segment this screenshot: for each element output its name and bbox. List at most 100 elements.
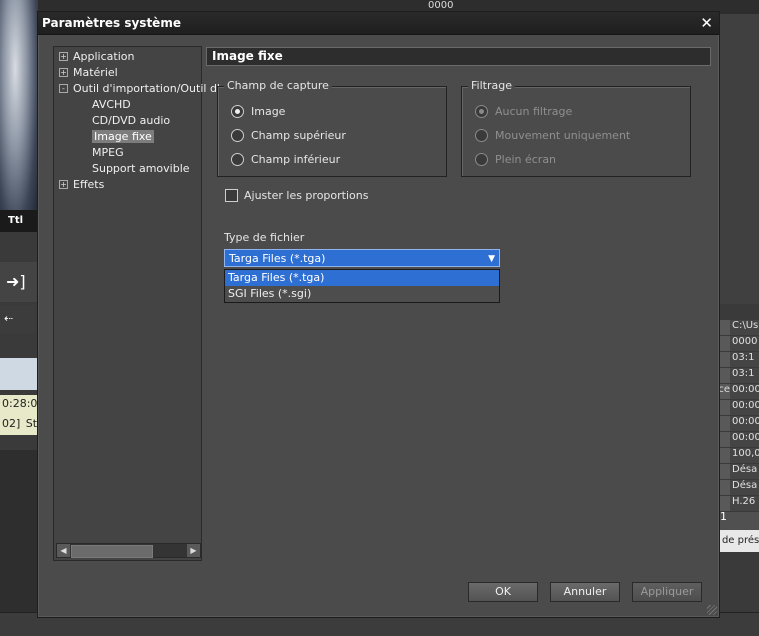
radio-option[interactable]: Champ inférieur — [231, 151, 340, 167]
apply-button[interactable]: Appliquer — [632, 582, 702, 602]
scroll-thumb[interactable] — [71, 545, 153, 558]
system-settings-dialog: Paramètres système ✕ ◀ ▶ + Application + Ma… — [37, 11, 720, 618]
scroll-right-icon[interactable]: ▶ — [187, 544, 200, 557]
arrow-left-icon: ⇠ — [4, 312, 14, 325]
filter-legend: Filtrage — [468, 79, 515, 92]
collapse-icon[interactable]: - — [59, 84, 68, 93]
file-type-select[interactable]: Targa Files (*.tga) ▼ — [224, 249, 500, 267]
file-type-selected: Targa Files (*.tga) — [229, 252, 326, 265]
clip-timecode-text: 0:28:0 — [2, 397, 38, 410]
radio-option[interactable]: Image — [231, 103, 285, 119]
radio-label: Champ supérieur — [251, 128, 346, 142]
tree-item[interactable]: AVCHD — [92, 97, 131, 112]
tree-item[interactable]: Support amovible — [92, 161, 190, 176]
radio-button[interactable] — [231, 152, 244, 166]
close-icon[interactable]: ✕ — [700, 15, 713, 31]
radio-option[interactable]: Mouvement uniquement — [475, 127, 630, 143]
tree-item-label: AVCHD — [92, 98, 131, 111]
dialog-titlebar: Paramètres système ✕ — [38, 12, 719, 35]
aspect-ratio-checkbox[interactable]: Ajuster les proportions — [225, 189, 368, 202]
radio-label: Image — [251, 104, 286, 118]
top-counter: 0000 — [428, 0, 454, 11]
expand-icon[interactable]: + — [59, 180, 68, 189]
capture-field-group: Champ de capture Image Champ supérieur Cha… — [217, 79, 447, 177]
radio-button[interactable] — [475, 104, 488, 118]
radio-button[interactable] — [475, 152, 488, 166]
chevron-down-icon: ▼ — [488, 254, 495, 264]
checkbox-box[interactable] — [225, 189, 238, 202]
filter-group: Filtrage Aucun filtrage Mouvement uniquem… — [461, 79, 691, 177]
tree-item[interactable]: - Outil d'importation/Outil d' — [59, 81, 220, 96]
split-tool-button[interactable]: ➜] — [0, 262, 38, 302]
clip-track[interactable]: 02] St — [0, 413, 38, 435]
ok-button[interactable]: OK — [468, 582, 538, 602]
tree-item[interactable]: + Effets — [59, 177, 104, 192]
property-row: 00:00 — [716, 400, 759, 416]
property-value: C:\Us — [730, 320, 759, 335]
undo-tool[interactable]: ⇠ — [0, 305, 38, 333]
dialog-title: Paramètres système — [42, 16, 181, 30]
property-value: 03:1 — [730, 352, 759, 367]
dropdown-option[interactable]: SGI Files (*.sgi) — [225, 286, 499, 302]
radio-option[interactable]: Champ supérieur — [231, 127, 346, 143]
page-number: 1 — [720, 510, 727, 523]
radio-label: Plein écran — [495, 152, 557, 166]
property-row: 0000 — [716, 336, 759, 352]
tree-item[interactable]: + Application — [59, 49, 134, 64]
properties-list: C:\Us 0000 03:1 03:1 ce 00:00 00:00 00:00 00:00 1… — [716, 320, 759, 530]
tree-item-label: Image fixe — [92, 130, 154, 143]
tree-item-label: Effets — [73, 178, 105, 191]
tree-item-label: Application — [73, 50, 135, 63]
property-value: H.26 — [730, 496, 759, 511]
property-value: 03:1 — [730, 368, 759, 383]
radio-button[interactable] — [231, 128, 244, 142]
clip-timecode: 0:28:0 — [0, 395, 38, 413]
tree-item-label: Outil d'importation/Outil d' — [73, 82, 220, 95]
split-icon: ➜] — [6, 272, 26, 291]
timeline-ruler — [0, 358, 38, 390]
video-preview — [0, 0, 38, 228]
presets-label-text: l de prés — [716, 535, 759, 546]
radio-button[interactable] — [231, 104, 244, 118]
tree-item-label: CD/DVD audio — [92, 114, 171, 127]
radio-label: Champ inférieur — [251, 152, 341, 166]
settings-tree: ◀ ▶ + Application + Matériel - Outil d'import… — [53, 46, 220, 561]
property-row: ce 00:00 — [716, 384, 759, 400]
tree-item-label: Support amovible — [92, 162, 190, 175]
property-value: 100,0 — [730, 448, 759, 463]
cancel-button[interactable]: Annuler — [550, 582, 620, 602]
file-type-label: Type de fichier — [224, 231, 305, 244]
expand-icon[interactable]: + — [59, 52, 68, 61]
property-row: 00:00 — [716, 416, 759, 432]
scroll-left-icon[interactable]: ◀ — [57, 544, 70, 557]
presets-label[interactable]: l de prés — [716, 530, 759, 552]
file-type-dropdown: Targa Files (*.tga) SGI Files (*.sgi) — [224, 269, 500, 303]
section-title: Image fixe — [206, 47, 711, 66]
property-row: Désa — [716, 464, 759, 480]
radio-button[interactable] — [475, 128, 488, 142]
tree-horizontal-scrollbar[interactable]: ◀ ▶ — [56, 543, 201, 558]
property-value: Désa — [730, 480, 759, 495]
background-lower-left — [0, 450, 38, 635]
clip-label-suffix: St — [25, 417, 38, 430]
tree-item[interactable]: Image fixe — [92, 129, 154, 144]
tree-item[interactable]: CD/DVD audio — [92, 113, 170, 128]
dropdown-option[interactable]: Targa Files (*.tga) — [225, 270, 499, 286]
radio-option[interactable]: Plein écran — [475, 151, 556, 167]
clip-label: 02] — [2, 417, 21, 430]
background-right-panel — [716, 14, 759, 304]
property-value: 00:00 — [730, 384, 759, 399]
property-row: 100,0 — [716, 448, 759, 464]
resize-grip-icon[interactable] — [707, 605, 717, 615]
radio-option[interactable]: Aucun filtrage — [475, 103, 572, 119]
property-row: 03:1 — [716, 352, 759, 368]
tree-item-label: Matériel — [73, 66, 118, 79]
property-value: Désa — [730, 464, 759, 479]
tree-item[interactable]: + Matériel — [59, 65, 118, 80]
expand-icon[interactable]: + — [59, 68, 68, 77]
tree-item-label: MPEG — [92, 146, 124, 159]
property-row: 03:1 — [716, 368, 759, 384]
radio-label: Aucun filtrage — [495, 104, 573, 118]
tree-item[interactable]: MPEG — [92, 145, 124, 160]
property-value: 00:00 — [730, 400, 759, 415]
